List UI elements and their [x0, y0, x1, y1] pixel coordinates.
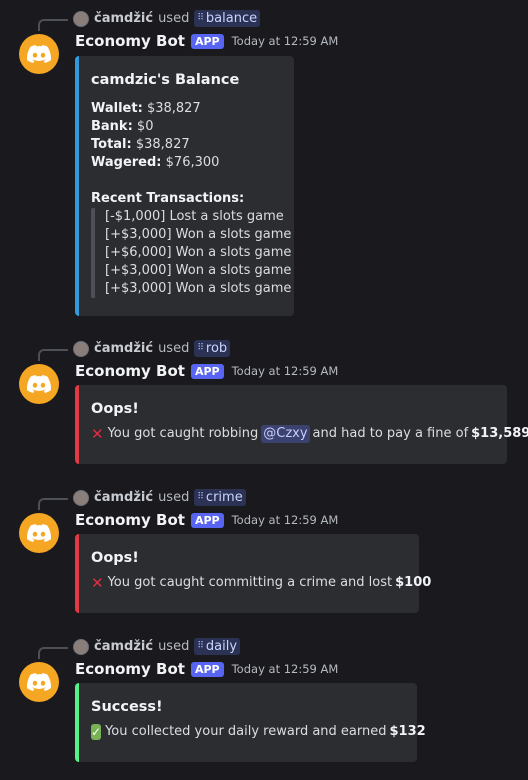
bot-name[interactable]: Economy Bot [75, 660, 185, 678]
fine-amount: $13,589 [471, 426, 528, 441]
red-x-icon: ✕ [91, 574, 104, 592]
used-label: used [158, 11, 190, 26]
used-label: used [158, 490, 190, 505]
slash-command-icon: ⠿ [197, 641, 204, 651]
embed-description: ✕ You got caught robbing @Czxy and had t… [91, 425, 528, 443]
command-user[interactable]: čamdžić [94, 639, 153, 654]
reply-spine [38, 19, 68, 31]
user-avatar-icon[interactable] [73, 340, 89, 357]
bot-name[interactable]: Economy Bot [75, 362, 185, 380]
total-field: Total: $38,827 [91, 137, 190, 152]
user-avatar-icon[interactable] [73, 489, 89, 506]
used-label: used [158, 341, 190, 356]
daily-embed: Success! ✓ You collected your daily rewa… [75, 683, 426, 762]
bot-name[interactable]: Economy Bot [75, 511, 185, 529]
red-x-icon: ✕ [91, 425, 104, 443]
rob-embed: Oops! ✕ You got caught robbing @Czxy and… [75, 385, 528, 464]
used-label: used [158, 639, 190, 654]
wallet-field: Wallet: $38,827 [91, 101, 201, 116]
recent-transactions-label: Recent Transactions: [91, 191, 245, 206]
app-badge: APP [190, 363, 224, 379]
command-chip[interactable]: ⠿ balance [194, 10, 261, 27]
app-badge: APP [190, 661, 224, 677]
transaction-item: [+$3,000] Won a slots game [105, 227, 292, 242]
command-name: rob [205, 341, 228, 356]
reply-spine [38, 498, 68, 510]
message-header: Economy Bot APP Today at 12:59 AM [75, 32, 338, 50]
reply-spine [38, 349, 68, 361]
reward-amount: $132 [389, 724, 426, 739]
bot-avatar[interactable] [19, 364, 59, 404]
command-user[interactable]: čamdžić [94, 341, 153, 356]
bank-field: Bank: $0 [91, 119, 154, 134]
command-chip[interactable]: ⠿ daily [194, 638, 241, 655]
discord-logo-icon [27, 673, 51, 691]
embed-title: Oops! [91, 401, 139, 417]
slash-command-icon: ⠿ [197, 343, 204, 353]
message-header: Economy Bot APP Today at 12:59 AM [75, 362, 338, 380]
chat-log: čamdžić used ⠿ balance Economy Bot APP T… [0, 0, 528, 780]
command-name: crime [205, 490, 243, 505]
green-check-icon: ✓ [91, 724, 102, 740]
message-rob: čamdžić used ⠿ rob Economy Bot APP Today… [0, 340, 528, 470]
message-crime: čamdžić used ⠿ crime Economy Bot APP Tod… [0, 489, 528, 619]
reply-spine [38, 647, 68, 659]
wagered-field: Wagered: $76,300 [91, 155, 220, 170]
command-reference[interactable]: čamdžić used ⠿ crime [73, 489, 246, 506]
app-badge: APP [190, 512, 224, 528]
transaction-item: [+$3,000] Won a slots game [105, 281, 292, 296]
command-name: balance [205, 11, 258, 26]
timestamp[interactable]: Today at 12:59 AM [232, 34, 339, 48]
command-chip[interactable]: ⠿ rob [194, 340, 231, 357]
embed-title: Oops! [91, 550, 139, 566]
command-user[interactable]: čamdžić [94, 490, 153, 505]
embed-title: Success! [91, 699, 163, 715]
embed-description: ✕ You got caught committing a crime and … [91, 574, 432, 592]
bot-avatar[interactable] [19, 662, 59, 702]
command-chip[interactable]: ⠿ crime [194, 489, 246, 506]
command-reference[interactable]: čamdžić used ⠿ rob [73, 340, 231, 357]
embed-title: camdzic's Balance [91, 72, 240, 88]
timestamp[interactable]: Today at 12:59 AM [232, 662, 339, 676]
user-avatar-icon[interactable] [73, 638, 89, 655]
timestamp[interactable]: Today at 12:59 AM [232, 513, 339, 527]
message-daily: čamdžić used ⠿ daily Economy Bot APP Tod… [0, 638, 528, 768]
transaction-item: [+$6,000] Won a slots game [105, 245, 292, 260]
bot-avatar[interactable] [19, 34, 59, 74]
message-balance: čamdžić used ⠿ balance Economy Bot APP T… [0, 10, 528, 320]
command-name: daily [205, 639, 238, 654]
bot-avatar[interactable] [19, 513, 59, 553]
message-header: Economy Bot APP Today at 12:59 AM [75, 511, 338, 529]
slash-command-icon: ⠿ [197, 13, 204, 23]
command-reference[interactable]: čamdžić used ⠿ daily [73, 638, 241, 655]
discord-logo-icon [27, 45, 51, 63]
balance-fields: Wallet: $38,827 Bank: $0 Total: $38,827 … [91, 100, 282, 172]
message-header: Economy Bot APP Today at 12:59 AM [75, 660, 338, 678]
transactions-quote: [-$1,000] Lost a slots game [+$3,000] Wo… [91, 208, 292, 298]
command-reference[interactable]: čamdžić used ⠿ balance [73, 10, 261, 27]
command-user[interactable]: čamdžić [94, 11, 153, 26]
user-avatar-icon[interactable] [73, 10, 89, 27]
slash-command-icon: ⠿ [197, 492, 204, 502]
crime-embed: Oops! ✕ You got caught committing a crim… [75, 534, 432, 613]
balance-embed: camdzic's Balance Wallet: $38,827 Bank: … [75, 56, 294, 316]
bot-name[interactable]: Economy Bot [75, 32, 185, 50]
discord-logo-icon [27, 375, 51, 393]
embed-description: ✓ You collected your daily reward and ea… [91, 724, 426, 740]
user-mention[interactable]: @Czxy [261, 425, 310, 443]
transaction-item: [-$1,000] Lost a slots game [105, 209, 284, 224]
discord-logo-icon [27, 524, 51, 542]
app-badge: APP [190, 33, 224, 49]
loss-amount: $100 [395, 575, 432, 590]
timestamp[interactable]: Today at 12:59 AM [232, 364, 339, 378]
transaction-item: [+$3,000] Won a slots game [105, 263, 292, 278]
